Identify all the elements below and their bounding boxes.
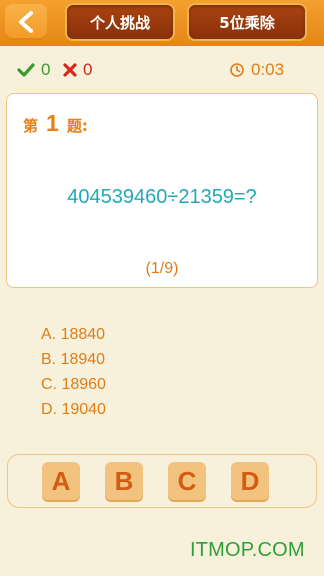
- timer: 0:03: [229, 58, 284, 82]
- question-text: 404539460÷21359=?: [67, 186, 257, 208]
- option-c: C. 18960: [41, 376, 106, 393]
- checkmark-icon: [17, 62, 35, 78]
- top-bar: 个人挑战 5位乘除: [0, 0, 324, 46]
- correct-counter: 0: [17, 58, 50, 82]
- timer-value: 0:03: [251, 60, 285, 79]
- clock-icon: [229, 62, 245, 78]
- question-number: 1: [46, 110, 59, 136]
- option-d: D. 19040: [41, 401, 106, 418]
- answer-a-button[interactable]: A: [42, 462, 80, 500]
- correct-count: 0: [41, 60, 51, 79]
- back-button[interactable]: [5, 4, 47, 40]
- question-prefix: 第: [23, 117, 39, 135]
- question-progress: (1/9): [145, 260, 179, 277]
- tab-personal-challenge[interactable]: 个人挑战: [65, 3, 175, 41]
- options-list: A. 18840 B. 18940 C. 18960 D. 19040: [41, 325, 106, 425]
- option-b: B. 18940: [41, 351, 106, 368]
- question-suffix: 题:: [66, 117, 88, 135]
- tab-level[interactable]: 5位乘除: [187, 3, 307, 41]
- wrong-counter: 0: [63, 58, 92, 82]
- chevron-left-icon: [19, 11, 33, 33]
- cross-icon: [63, 63, 77, 77]
- answer-b-button[interactable]: B: [105, 462, 143, 500]
- question-card: 第 1 题: 404539460÷21359=? (1/9): [6, 93, 318, 288]
- wrong-count: 0: [83, 60, 93, 79]
- answer-c-button[interactable]: C: [168, 462, 206, 500]
- option-a: A. 18840: [41, 326, 106, 343]
- question-header: 第 1 题:: [23, 110, 88, 137]
- watermark: ITMOP.COM: [190, 539, 305, 561]
- answer-d-button[interactable]: D: [231, 462, 269, 500]
